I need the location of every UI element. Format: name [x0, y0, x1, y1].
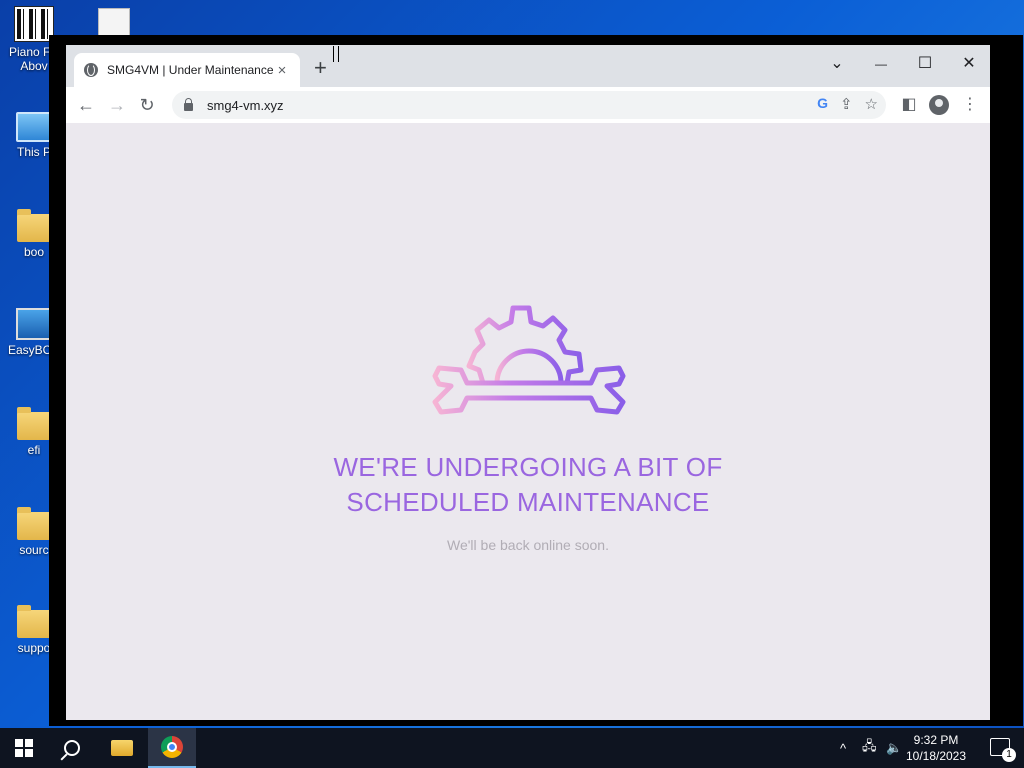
file-explorer-icon	[111, 740, 133, 756]
forward-button[interactable]: →	[104, 92, 130, 118]
piano-app-icon	[14, 6, 54, 42]
lock-icon	[184, 97, 193, 111]
maintenance-headline: WE'RE UNDERGOING A BIT OF SCHEDULED MAIN…	[66, 450, 990, 520]
folder-icon	[17, 407, 51, 440]
new-tab-button[interactable]: +	[314, 55, 327, 81]
folder-icon	[17, 209, 51, 242]
headline-line-1: WE'RE UNDERGOING A BIT OF	[333, 452, 723, 482]
search-icon	[64, 740, 80, 756]
clock-date: 10/18/2023	[905, 749, 967, 763]
headline-line-2: SCHEDULED MAINTENANCE	[346, 487, 710, 517]
browser-window: SMG4VM | Under Maintenance × + ⌄ — ☐ ✕ ←…	[49, 35, 1023, 726]
gear-wrench-icon	[432, 305, 626, 415]
network-icon[interactable]: 🖧	[862, 728, 877, 768]
desktop-icon-label: efi	[27, 443, 41, 457]
tab-search-button[interactable]: ⌄	[822, 51, 852, 77]
folder-icon	[17, 605, 51, 638]
tab-close-icon[interactable]: ×	[274, 62, 290, 79]
profile-button[interactable]	[926, 92, 952, 118]
text-cursor-icon	[333, 46, 339, 62]
share-icon[interactable]: ⇪	[840, 95, 853, 113]
chrome-frame: SMG4VM | Under Maintenance × + ⌄ — ☐ ✕ ←…	[66, 45, 990, 720]
folder-icon	[17, 507, 51, 540]
notification-count-badge: 1	[1002, 748, 1016, 762]
maintenance-subline: We'll be back online soon.	[447, 537, 609, 553]
clock[interactable]: 9:32 PM 10/18/2023	[904, 732, 968, 764]
desktop-icon-label: This P	[16, 145, 51, 159]
chrome-icon	[161, 736, 183, 758]
desktop-icon-label: sourc	[19, 543, 49, 557]
tab-strip: SMG4VM | Under Maintenance × + ⌄ — ☐ ✕	[66, 45, 990, 87]
desktop-icon-label: boo	[23, 245, 45, 259]
search-button[interactable]	[48, 728, 96, 768]
tab-smg4vm[interactable]: SMG4VM | Under Maintenance ×	[74, 53, 300, 87]
tab-title: SMG4VM | Under Maintenance	[107, 63, 274, 77]
avatar-icon	[929, 95, 949, 115]
minimize-button[interactable]: —	[866, 51, 896, 77]
start-button[interactable]	[0, 728, 48, 768]
windows-logo-icon	[15, 739, 33, 757]
address-url: smg4-vm.xyz	[207, 97, 284, 113]
browser-toolbar: ← → ↻ smg4-vm.xyz G ⇪ ☆ ◧ ⋮	[66, 87, 990, 123]
bookmark-star-icon[interactable]: ☆	[865, 95, 878, 113]
easybcd-icon	[16, 308, 52, 340]
google-icon[interactable]: G	[817, 95, 828, 113]
clock-time: 9:32 PM	[913, 733, 959, 747]
address-bar[interactable]: smg4-vm.xyz G ⇪ ☆	[172, 91, 886, 119]
taskbar: ^ 🖧 🔈 9:32 PM 10/18/2023 1	[0, 728, 1024, 768]
desktop-icon-label: suppo	[17, 641, 51, 655]
file-explorer-button[interactable]	[98, 728, 146, 768]
chrome-taskbar-button[interactable]	[148, 728, 196, 768]
page-content: WE'RE UNDERGOING A BIT OF SCHEDULED MAIN…	[66, 123, 990, 720]
side-panel-button[interactable]: ◧	[896, 92, 922, 118]
back-button[interactable]: ←	[73, 92, 99, 118]
tray-chevron-icon[interactable]: ^	[840, 728, 846, 768]
maximize-button[interactable]: ☐	[910, 51, 940, 77]
reload-button[interactable]: ↻	[134, 92, 160, 118]
close-window-button[interactable]: ✕	[954, 51, 984, 77]
menu-button[interactable]: ⋮	[957, 92, 983, 118]
volume-muted-icon[interactable]: 🔈	[886, 728, 902, 768]
computer-icon	[16, 112, 52, 142]
globe-icon	[84, 63, 98, 77]
omnibox-actions: G ⇪ ☆	[817, 95, 878, 113]
